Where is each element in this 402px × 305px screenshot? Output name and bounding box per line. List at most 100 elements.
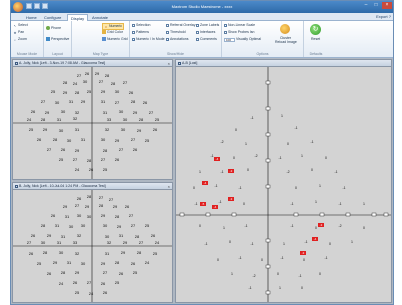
svg-text:33: 33	[107, 117, 112, 122]
svg-text:27: 27	[41, 99, 46, 104]
reload-image-label[interactable]: Reload Image	[275, 40, 297, 44]
svg-text:1: 1	[231, 272, 233, 276]
window-title: Maxtrom Studio Maestrome - xxxx	[171, 4, 233, 9]
svg-text:28: 28	[63, 80, 68, 85]
patterns-checkbox[interactable]: Patterns	[132, 30, 149, 34]
svg-text:1: 1	[301, 154, 303, 158]
svg-text:30: 30	[119, 109, 124, 114]
svg-text:25: 25	[155, 117, 160, 122]
comments-checkbox[interactable]: Comments	[196, 37, 217, 41]
svg-text:-3: -3	[320, 223, 323, 227]
svg-text:0: 0	[261, 258, 263, 262]
map-pane-b[interactable]: B. Jolly, Nick [Left - 10-Jul-04 1:24 PM…	[12, 182, 173, 303]
svg-text:29: 29	[115, 138, 120, 143]
pan-button[interactable]: ✥ Pan	[13, 30, 25, 35]
zoom-button[interactable]: ⌕ Zoom	[13, 37, 27, 42]
zone-labels-checkbox[interactable]: Zone Labels	[196, 23, 219, 27]
cluster-icon[interactable]	[280, 24, 290, 34]
select-button[interactable]: ↖ Select	[13, 23, 28, 28]
nonlinear-scale-checkbox[interactable]: ✓Non-Linear Scale	[224, 23, 255, 27]
numeric-grid-button[interactable]: Numeric Grid	[102, 37, 128, 41]
numeric-values-checkbox[interactable]: ✓Numeric / In Mode	[132, 37, 165, 41]
svg-text:27: 27	[87, 280, 92, 285]
tab-home[interactable]: Home	[23, 14, 40, 21]
phone-button[interactable]: Phone	[46, 26, 61, 30]
svg-text:30: 30	[61, 109, 66, 114]
help-link[interactable]: Export ?	[376, 14, 391, 19]
svg-text:28: 28	[87, 194, 92, 199]
svg-text:28: 28	[61, 270, 66, 275]
numeric-map[interactable]: 26 28 27 27 29 27 29 28 29 26 26 31 30 30 29 28 27 28 3…	[13, 190, 172, 302]
tab-annotate[interactable]: Annotate	[89, 14, 111, 21]
group-caption: Options	[256, 52, 269, 56]
pane-close-icon[interactable]: ×	[168, 60, 170, 66]
annotations-checkbox[interactable]: ✓Annotations	[166, 37, 189, 41]
pane-header: A-B [Lost]	[176, 60, 391, 67]
show-probes-checkbox[interactable]: Show Probes Isn	[224, 30, 254, 34]
svg-text:-1: -1	[294, 126, 297, 130]
svg-text:29: 29	[133, 110, 138, 115]
svg-text:-2: -2	[220, 140, 223, 144]
pane-close-icon[interactable]: ×	[168, 183, 170, 189]
svg-text:29: 29	[63, 90, 68, 95]
svg-text:26: 26	[89, 167, 94, 172]
minimize-icon[interactable]: –	[361, 2, 371, 9]
group-map-type: # Numeric Grid Color Numeric Grid Map Typ…	[72, 21, 130, 57]
svg-text:-1: -1	[310, 140, 313, 144]
map-pane-difference[interactable]: A-B [Lost] -1 1 0 -1 -2 1 0 -1 -1 0 -2 -1 1 0 1 -1 0-…	[175, 59, 392, 303]
svg-text:-1: -1	[248, 286, 251, 290]
perspective-button[interactable]: Perspective	[46, 37, 69, 41]
tab-display[interactable]: Display	[67, 14, 89, 21]
svg-text:29: 29	[137, 128, 142, 133]
svg-text:-1: -1	[194, 202, 197, 206]
svg-text:29: 29	[47, 233, 52, 238]
reset-label[interactable]: Reset	[311, 37, 320, 41]
svg-text:30: 30	[87, 214, 92, 219]
pane-header: B. Jolly, Nick [Left - 10-Jul-04 1:24 PM…	[13, 183, 172, 190]
grid-color-button[interactable]: Grid Color	[102, 30, 123, 34]
svg-text:28: 28	[139, 117, 144, 122]
numeric-map[interactable]: 27 26 29 28 28 24 30 27 28 27 25 29 28 25 29 30 26 27 3…	[13, 67, 172, 179]
svg-text:1: 1	[199, 170, 201, 174]
svg-text:1: 1	[279, 286, 281, 290]
svg-text:-1: -1	[244, 224, 247, 228]
svg-text:30: 30	[69, 224, 74, 229]
map-pane-a[interactable]: A. Jolly, Nick [Left - 3-Nov-19 7:08 AM …	[12, 59, 173, 180]
svg-text:29: 29	[53, 260, 58, 265]
svg-text:30: 30	[83, 79, 88, 84]
svg-text:29: 29	[75, 148, 80, 153]
referral-overlay-checkbox[interactable]: Referral Overlay	[166, 23, 195, 27]
svg-text:33: 33	[73, 240, 78, 245]
value-group: -1 1 0 -1 -2 1 0 -1 -1 0 -2 -1 1 0 1 -1 0 -2 0 -1 0 -1 -1 0…	[193, 114, 365, 290]
tab-configure[interactable]: Configure	[41, 14, 64, 21]
ribbon: ↖ Select ✥ Pan ⌕ Zoom Mouse Mode Phone Pers…	[11, 21, 393, 58]
svg-text:26: 26	[143, 100, 148, 105]
close-icon[interactable]: ×	[382, 2, 392, 9]
difference-map[interactable]: -1 1 0 -1 -2 1 0 -1 -1 0 -2 -1 1 0 1 -1 0 -2 0 -1 0 -1 -1 0…	[176, 67, 391, 302]
ribbon-tabs: Home Configure Display Annotate Export ?	[11, 13, 393, 21]
reset-icon[interactable]: ↻	[310, 24, 321, 35]
maximize-icon[interactable]: □	[371, 2, 381, 9]
threshold-checkbox[interactable]: Threshold	[166, 30, 186, 34]
svg-text:25: 25	[145, 223, 150, 228]
selection-checkbox[interactable]: Selection	[132, 23, 150, 27]
svg-text:30: 30	[59, 128, 64, 133]
svg-text:0: 0	[243, 202, 245, 206]
svg-text:27: 27	[149, 110, 154, 115]
svg-text:-1: -1	[220, 170, 223, 174]
svg-text:25: 25	[87, 89, 92, 94]
opacity-spinner[interactable]: 100 Visually Optimal	[224, 37, 261, 42]
svg-text:27: 27	[99, 195, 104, 200]
interfaces-checkbox[interactable]: Interfaces	[196, 30, 215, 34]
svg-text:0: 0	[277, 272, 279, 276]
pane-icon	[15, 61, 18, 65]
svg-text:29: 29	[123, 240, 128, 245]
group-layout: Phone Perspective Layout	[44, 21, 72, 57]
svg-text:30: 30	[59, 250, 64, 255]
numeric-map-button[interactable]: # Numeric	[102, 23, 125, 30]
svg-text:25: 25	[103, 167, 108, 172]
svg-text:-2: -2	[286, 170, 289, 174]
svg-text:-4: -4	[314, 237, 317, 241]
pane-header: A. Jolly, Nick [Left - 3-Nov-19 7:08 AM …	[13, 60, 172, 67]
svg-text:-1: -1	[324, 256, 327, 260]
